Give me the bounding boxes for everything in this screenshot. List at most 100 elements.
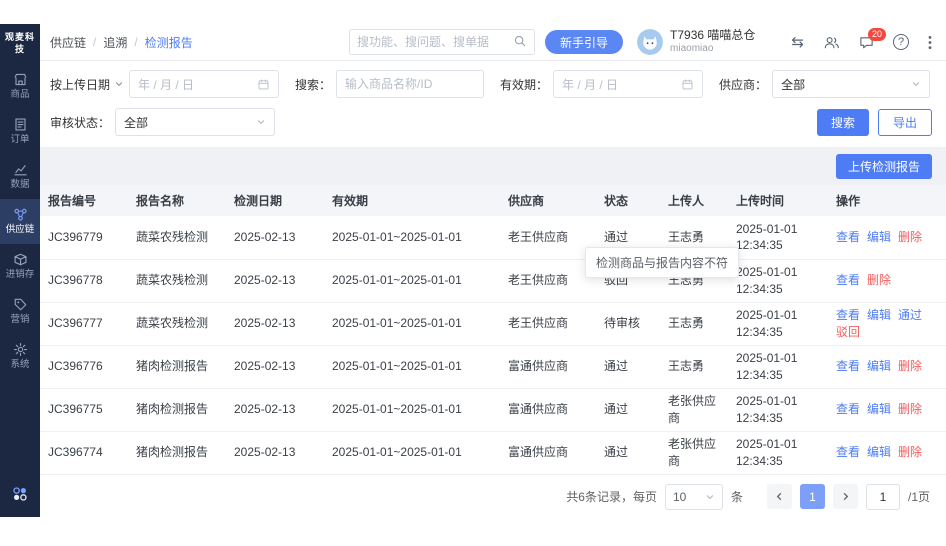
global-search-input[interactable]	[357, 35, 514, 49]
beginner-guide-button[interactable]: 新手引导	[545, 30, 624, 54]
sidebar-item-inventory[interactable]: 进销存	[0, 244, 40, 289]
view-action-link[interactable]: 查看	[836, 359, 860, 373]
approve-action-link[interactable]: 通过	[898, 308, 922, 322]
inventory-box-icon	[13, 252, 28, 267]
report-name: 猪肉检测报告	[128, 345, 226, 389]
search-icon[interactable]	[513, 34, 527, 51]
supplier: 富通供应商	[500, 388, 596, 432]
edit-action-link[interactable]: 编辑	[867, 308, 891, 322]
export-button[interactable]: 导出	[877, 108, 932, 136]
breadcrumb-separator: /	[93, 35, 97, 49]
supplier-select[interactable]: 全部	[772, 70, 931, 98]
uploader: 老张供应商	[660, 431, 728, 475]
date-type-dropdown[interactable]: 按上传日期	[50, 76, 124, 93]
prev-page-button[interactable]	[766, 484, 792, 509]
reject-action-link[interactable]: 驳回	[836, 325, 860, 339]
table-row: JC396776 猪肉检测报告 2025-02-13 2025-01-01~2025-…	[40, 345, 946, 389]
sidebar-item-label: 进销存	[5, 269, 35, 281]
chevron-down-icon	[115, 82, 123, 87]
upload-report-button[interactable]: 上传检测报告	[835, 153, 932, 179]
sidebar: 观麦科技 商品 订单 数据 供应链进销存营销系统	[0, 24, 40, 517]
sidebar-item-goods[interactable]: 商品	[0, 64, 40, 109]
upload-time: 2025-01-01 12:34:35	[728, 431, 828, 475]
delete-action-link[interactable]: 删除	[898, 359, 922, 373]
app-logo: 观麦科技	[5, 32, 36, 55]
user-meta: T7936 喵喵总仓 miaomiao	[670, 29, 755, 55]
view-action-link[interactable]: 查看	[836, 273, 860, 287]
validity-label: 有效期：	[500, 77, 549, 92]
sidebar-item-label: 营销	[10, 314, 30, 326]
view-action-link[interactable]: 查看	[836, 308, 860, 322]
page-size-select[interactable]: 10	[664, 483, 723, 510]
global-search-box[interactable]	[349, 29, 536, 55]
breadcrumb: 供应链 / 追溯 / 检测报告	[50, 34, 193, 51]
uploader: 王志勇	[660, 345, 728, 389]
edit-action-link[interactable]: 编辑	[867, 230, 891, 244]
row-actions: 查看 删除	[828, 259, 946, 303]
calendar-icon	[258, 79, 269, 89]
delete-action-link[interactable]: 删除	[898, 402, 922, 416]
status: 待审核	[596, 302, 660, 346]
test-date: 2025-02-13	[226, 431, 324, 475]
delete-action-link[interactable]: 删除	[898, 230, 922, 244]
status: 通过	[596, 431, 660, 475]
view-action-link[interactable]: 查看	[836, 445, 860, 459]
contacts-icon[interactable]	[823, 35, 840, 50]
switch-warehouse-icon[interactable]: ⇆	[791, 34, 804, 50]
view-action-link[interactable]: 查看	[836, 402, 860, 416]
product-search-input[interactable]	[336, 70, 485, 98]
column-header: 状态	[596, 185, 660, 216]
column-header: 报告编号	[40, 185, 128, 216]
upload-date-input[interactable]: 年 / 月 / 日	[129, 70, 280, 98]
row-actions: 查看 编辑 删除	[828, 388, 946, 432]
apps-grid-icon[interactable]	[11, 473, 29, 517]
edit-action-link[interactable]: 编辑	[867, 359, 891, 373]
page-size-value: 10	[672, 489, 687, 504]
table-row: JC396774 猪肉检测报告 2025-02-13 2025-01-01~2025-…	[40, 431, 946, 475]
page-jump-input[interactable]	[865, 483, 900, 510]
user-profile[interactable]: T7936 喵喵总仓 miaomiao	[637, 29, 755, 55]
edit-action-link[interactable]: 编辑	[867, 445, 891, 459]
report-id: JC396774	[40, 431, 128, 475]
sidebar-item-marketing[interactable]: 营销	[0, 289, 40, 334]
sidebar-item-data[interactable]: 数据	[0, 154, 40, 199]
validity-period: 2025-01-01~2025-01-01	[324, 345, 500, 389]
page-1-button[interactable]: 1	[799, 484, 825, 509]
view-action-link[interactable]: 查看	[836, 230, 860, 244]
messages-icon[interactable]: 20	[859, 27, 887, 50]
delete-action-link[interactable]: 删除	[867, 273, 891, 287]
test-date: 2025-02-13	[226, 259, 324, 303]
validity-period: 2025-01-01~2025-01-01	[324, 259, 500, 303]
more-menu-icon[interactable]	[928, 35, 932, 50]
search-button[interactable]: 搜索	[816, 108, 869, 136]
sidebar-item-orders[interactable]: 订单	[0, 109, 40, 154]
column-header: 操作	[828, 185, 946, 216]
validity-date-input[interactable]: 年 / 月 / 日	[553, 70, 704, 98]
chevron-down-icon	[706, 494, 714, 499]
breadcrumb-supply-chain[interactable]: 供应链	[50, 34, 86, 51]
supplier: 富通供应商	[500, 345, 596, 389]
sidebar-item-system[interactable]: 系统	[0, 334, 40, 379]
status: 通过	[596, 345, 660, 389]
column-header: 上传时间	[728, 185, 828, 216]
uploader: 老张供应商	[660, 388, 728, 432]
upload-time: 2025-01-01 12:34:35	[728, 302, 828, 346]
breadcrumb-trace[interactable]: 追溯	[103, 34, 127, 51]
delete-action-link[interactable]: 删除	[898, 445, 922, 459]
supplier-label: 供应商：	[719, 77, 768, 92]
audit-status-label: 审核状态：	[50, 115, 111, 130]
sidebar-item-supply-chain[interactable]: 供应链	[0, 199, 40, 245]
chevron-down-icon	[257, 120, 265, 125]
topbar: 供应链 / 追溯 / 检测报告 新手引导	[40, 24, 946, 61]
tag-icon	[13, 297, 28, 312]
report-name: 蔬菜农残检测	[128, 302, 226, 346]
row-actions: 查看 编辑 删除	[828, 345, 946, 389]
test-date: 2025-02-13	[226, 216, 324, 260]
audit-status-select[interactable]: 全部	[115, 108, 276, 136]
chevron-left-icon	[776, 492, 782, 501]
next-page-button[interactable]	[832, 484, 858, 509]
edit-action-link[interactable]: 编辑	[867, 402, 891, 416]
pagination: 共6条记录，每页 10 条 1 /1页	[40, 475, 946, 519]
upload-time: 2025-01-01 12:34:35	[728, 259, 828, 303]
help-icon[interactable]: ?	[893, 34, 909, 50]
